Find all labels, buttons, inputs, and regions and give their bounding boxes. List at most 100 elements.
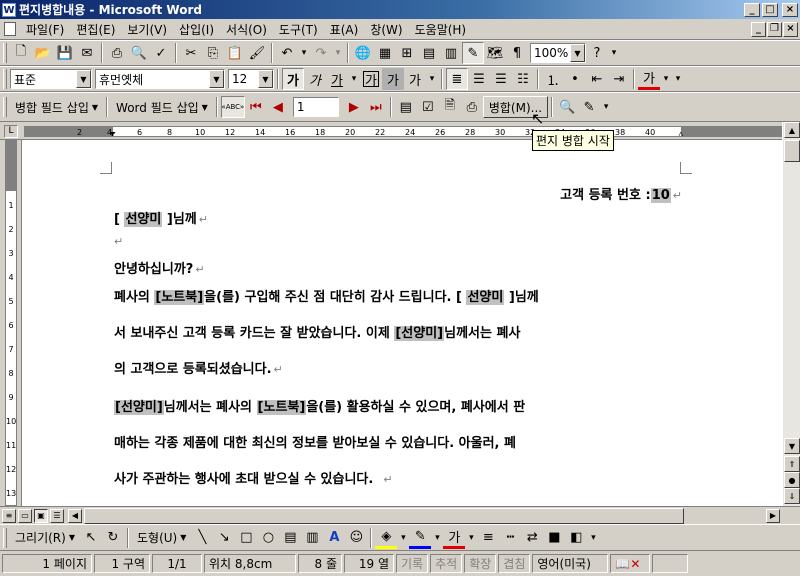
previous-page-icon[interactable]: ⇑ [784, 456, 800, 472]
3d-icon[interactable]: ◧ [565, 527, 587, 549]
increase-indent-icon[interactable]: ⇥ [608, 68, 630, 90]
menu-format[interactable]: 서식(O) [220, 21, 273, 38]
zoom-select[interactable]: 100% ▼ [530, 43, 586, 63]
outline-view-icon[interactable]: ☰ [50, 508, 64, 523]
drawing-icon[interactable]: ✎ [462, 42, 484, 64]
char-border-button[interactable]: 가 [360, 68, 382, 90]
fill-color-dropdown-icon[interactable]: ▾ [397, 527, 409, 549]
merge-to-printer-icon[interactable]: ⎙ [461, 96, 483, 118]
web-layout-view-icon[interactable]: ▭ [18, 508, 32, 523]
style-select[interactable]: 표준 ▼ [10, 69, 92, 89]
first-record-icon[interactable]: ⏮ [245, 96, 267, 118]
insert-excel-icon[interactable]: ▤ [418, 42, 440, 64]
vertical-text-box-icon[interactable]: ▥ [301, 527, 323, 549]
merge-field-name[interactable]: [선양미] [114, 400, 164, 415]
mail-merge-helper-icon[interactable]: ▤ [395, 96, 417, 118]
tab-selector[interactable]: L [4, 125, 18, 138]
paste-icon[interactable]: 📋 [224, 42, 246, 64]
last-record-icon[interactable]: ⏭ [365, 96, 387, 118]
char-shading-button[interactable]: 가 [382, 68, 404, 90]
toolbar-options-icon[interactable]: ▾ [672, 68, 684, 90]
shadow-icon[interactable]: ■ [543, 527, 565, 549]
maximize-button[interactable]: □ [762, 2, 778, 17]
scroll-up-icon[interactable]: ▲ [784, 122, 800, 138]
insert-clipart-icon[interactable]: ☺ [345, 527, 367, 549]
doc-restore-button[interactable]: ❐ [767, 21, 782, 37]
font-select[interactable]: 휴먼옛체 ▼ [95, 69, 225, 89]
chevron-down-icon[interactable]: ▼ [570, 44, 585, 62]
select-objects-icon[interactable]: ↖ [80, 527, 102, 549]
document-icon[interactable] [4, 22, 16, 36]
toolbar-options-icon[interactable]: ▾ [587, 527, 599, 549]
merge-field-name[interactable]: 선양미 [466, 290, 505, 305]
autoshapes-menu-button[interactable]: 도형(U) ▼ [132, 527, 191, 549]
left-indent-marker-icon[interactable]: ⧗ [109, 130, 116, 136]
cut-icon[interactable]: ✂ [180, 42, 202, 64]
scroll-thumb[interactable] [784, 140, 800, 162]
char-scale-button[interactable]: 가 [404, 68, 426, 90]
char-scale-dropdown-icon[interactable]: ▾ [426, 68, 438, 90]
hyperlink-icon[interactable]: 🌐 [352, 42, 374, 64]
merge-field-product[interactable]: [노트북] [256, 400, 307, 415]
right-indent-marker-icon[interactable]: △ [677, 130, 685, 136]
menu-view[interactable]: 보기(V) [121, 21, 173, 38]
document-map-icon[interactable]: 🗺 [484, 42, 506, 64]
status-record-macro[interactable]: 기록 [396, 554, 429, 573]
align-center-icon[interactable]: ☰ [468, 68, 490, 90]
merge-field-number[interactable]: 10 [650, 188, 671, 203]
save-icon[interactable]: 💾 [54, 42, 76, 64]
status-language[interactable]: 영어(미국) [532, 554, 609, 573]
chevron-down-icon[interactable]: ▼ [76, 70, 91, 88]
bullets-icon[interactable]: • [564, 68, 586, 90]
next-record-icon[interactable]: ▶ [343, 96, 365, 118]
scroll-down-icon[interactable]: ▼ [784, 438, 800, 454]
open-icon[interactable]: 📂 [32, 42, 54, 64]
toolbar-grip[interactable] [3, 97, 7, 117]
justify-icon[interactable]: ≣ [446, 68, 468, 90]
draw-font-color-dropdown-icon[interactable]: ▾ [465, 527, 477, 549]
toolbar-options-icon[interactable]: ▾ [608, 42, 620, 64]
vertical-ruler[interactable]: 1 2 3 4 5 6 7 8 9 10 11 12 13 [0, 140, 22, 506]
italic-button[interactable]: 가 [304, 68, 326, 90]
wordart-icon[interactable]: A [323, 527, 345, 549]
insert-merge-field-button[interactable]: 병합 필드 삽입 ▼ [10, 96, 103, 118]
close-button[interactable]: × [782, 2, 798, 17]
status-extend[interactable]: 확장 [464, 554, 497, 573]
line-color-dropdown-icon[interactable]: ▾ [431, 527, 443, 549]
print-layout-view-icon[interactable]: ▣ [34, 508, 48, 523]
menu-edit[interactable]: 편집(E) [70, 21, 121, 38]
menu-file[interactable]: 파일(F) [20, 21, 70, 38]
arrow-style-icon[interactable]: ⇄ [521, 527, 543, 549]
draw-font-color-button[interactable]: 가 [443, 527, 466, 549]
doc-close-button[interactable]: × [783, 21, 798, 37]
view-merged-data-button[interactable]: «ABC» [220, 96, 245, 118]
underline-button[interactable]: 가 [326, 68, 348, 90]
copy-icon[interactable]: ⎘ [202, 42, 224, 64]
align-right-icon[interactable]: ☰ [490, 68, 512, 90]
toolbar-grip[interactable] [3, 527, 7, 548]
toolbar-grip[interactable] [3, 69, 7, 89]
horizontal-scroll-thumb[interactable] [84, 508, 684, 524]
browse-object-icon[interactable]: ● [784, 472, 800, 488]
distribute-icon[interactable]: ☷ [512, 68, 534, 90]
free-rotate-icon[interactable]: ↻ [102, 527, 124, 549]
merge-field-product[interactable]: [노트북] [154, 290, 205, 305]
previous-record-icon[interactable]: ◀ [267, 96, 289, 118]
insert-table-icon[interactable]: ⊞ [396, 42, 418, 64]
email-icon[interactable]: ✉ [76, 42, 98, 64]
vertical-scrollbar[interactable]: ▲ ▼ ⇑ ● ⇓ [782, 122, 800, 506]
tables-borders-icon[interactable]: ▦ [374, 42, 396, 64]
status-overtype[interactable]: 겹침 [498, 554, 531, 573]
line-style-icon[interactable]: ≡ [477, 527, 499, 549]
insert-word-field-button[interactable]: Word 필드 삽입 ▼ [111, 96, 213, 118]
minimize-button[interactable]: _ [744, 2, 760, 17]
spelling-status-icon[interactable]: 📖✕ [610, 554, 651, 573]
help-icon[interactable]: ? [586, 42, 608, 64]
oval-icon[interactable]: ○ [257, 527, 279, 549]
new-document-icon[interactable]: 🗋 [10, 42, 32, 64]
edit-data-source-icon[interactable]: ✎ [578, 96, 600, 118]
show-hide-icon[interactable]: ¶ [506, 42, 528, 64]
toolbar-grip[interactable] [3, 43, 7, 63]
horizontal-scrollbar[interactable]: ≡ ▭ ▣ ☰ ◀ ▶ [0, 506, 800, 524]
decrease-indent-icon[interactable]: ⇤ [586, 68, 608, 90]
